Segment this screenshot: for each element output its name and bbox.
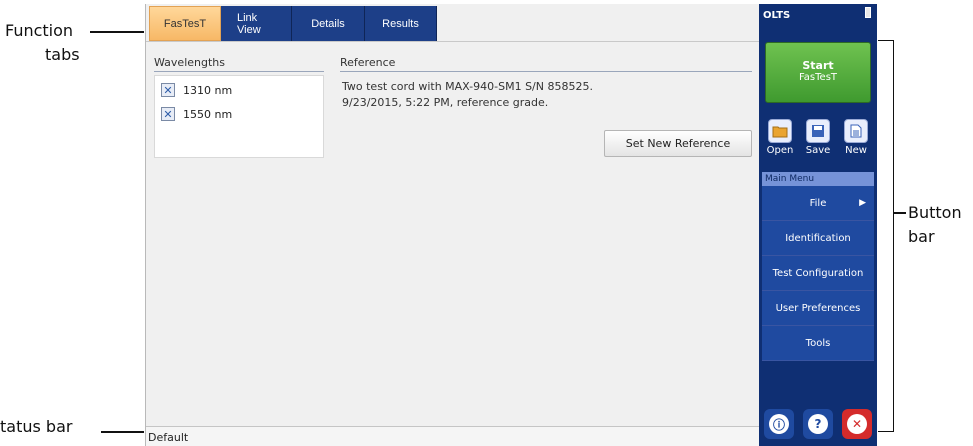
callout-function-tabs: Function: [5, 21, 74, 40]
open-label: Open: [766, 145, 794, 156]
new-doc-icon: [844, 119, 868, 143]
menu-item-label: Identification: [785, 232, 851, 244]
main-panel: FasTesT Link View Details Results Wavele…: [145, 4, 760, 446]
reference-description: Two test cord with MAX-940-SM1 S/N 85852…: [342, 79, 593, 111]
start-sublabel: FasTesT: [798, 72, 838, 83]
main-menu: File ▶ Identification Test Configuration…: [762, 186, 874, 361]
new-button[interactable]: New: [841, 119, 871, 156]
open-button[interactable]: Open: [765, 119, 795, 156]
status-text: Default: [148, 431, 189, 444]
callout-line: [90, 31, 144, 33]
menu-item-label: User Preferences: [775, 302, 861, 314]
menu-item-identification[interactable]: Identification: [762, 221, 874, 256]
info-icon: ⓘ: [769, 414, 789, 434]
menu-item-test-configuration[interactable]: Test Configuration: [762, 256, 874, 291]
wavelength-label: 1310 nm: [183, 83, 233, 97]
screenshot: Function tabs tatus bar Button bar FasTe…: [0, 0, 973, 446]
menu-item-label: Test Configuration: [772, 267, 864, 279]
reference-label: Reference: [340, 56, 396, 69]
x-checkbox-icon[interactable]: ✕: [161, 83, 175, 97]
wavelengths-label: Wavelengths: [154, 56, 225, 69]
bottom-icons: ⓘ ? ✕: [764, 409, 872, 439]
app-title: OLTS: [763, 10, 791, 21]
callout-function-tabs-2: tabs: [45, 45, 80, 64]
tab-link-view[interactable]: Link View: [221, 6, 292, 41]
menu-item-label: Tools: [805, 337, 831, 349]
status-bar: Default: [146, 426, 760, 446]
menu-item-file[interactable]: File ▶: [762, 186, 874, 221]
wavelength-item[interactable]: ✕ 1550 nm: [155, 102, 323, 126]
menu-item-tools[interactable]: Tools: [762, 326, 874, 361]
button-bar: OLTS Start FasTesT Open Save New Main Me…: [759, 4, 877, 446]
tab-results[interactable]: Results: [365, 6, 437, 41]
close-icon: ✕: [847, 414, 867, 434]
menu-item-user-preferences[interactable]: User Preferences: [762, 291, 874, 326]
start-label: Start: [802, 59, 834, 72]
tab-underline: [146, 41, 760, 42]
folder-icon: [768, 119, 792, 143]
main-menu-header: Main Menu: [762, 172, 874, 186]
x-checkbox-icon[interactable]: ✕: [161, 107, 175, 121]
menu-item-label: File: [809, 197, 827, 209]
save-button[interactable]: Save: [803, 119, 833, 156]
tab-fastest[interactable]: FasTesT: [149, 6, 221, 41]
reference-line-2: 9/23/2015, 5:22 PM, reference grade.: [342, 96, 549, 109]
save-label: Save: [805, 145, 831, 156]
start-button[interactable]: Start FasTesT: [765, 42, 871, 103]
reference-divider: [340, 71, 752, 72]
info-button[interactable]: ⓘ: [764, 409, 794, 439]
wavelength-item[interactable]: ✕ 1310 nm: [155, 78, 323, 102]
exit-button[interactable]: ✕: [842, 409, 872, 439]
new-label: New: [845, 145, 867, 156]
callout-status-bar: tatus bar: [0, 417, 73, 436]
set-new-reference-button[interactable]: Set New Reference: [604, 130, 752, 157]
callout-line: [101, 431, 144, 433]
reference-line-1: Two test cord with MAX-940-SM1 S/N 85852…: [342, 80, 593, 93]
tab-details[interactable]: Details: [292, 6, 365, 41]
callout-bracket: [878, 40, 894, 432]
floppy-icon: [806, 119, 830, 143]
battery-icon: [865, 7, 871, 18]
wavelength-list: ✕ 1310 nm ✕ 1550 nm: [154, 75, 324, 158]
callout-line: [894, 212, 906, 214]
callout-button-bar: Button: [908, 203, 962, 222]
callout-button-bar-2: bar: [908, 227, 935, 246]
wavelengths-divider: [154, 71, 324, 72]
wavelength-label: 1550 nm: [183, 107, 233, 121]
help-icon: ?: [808, 414, 828, 434]
arrow-right-icon: ▶: [859, 198, 866, 208]
help-button[interactable]: ?: [803, 409, 833, 439]
app-window: FasTesT Link View Details Results Wavele…: [145, 4, 877, 446]
function-tabs: FasTesT Link View Details Results: [149, 6, 437, 41]
